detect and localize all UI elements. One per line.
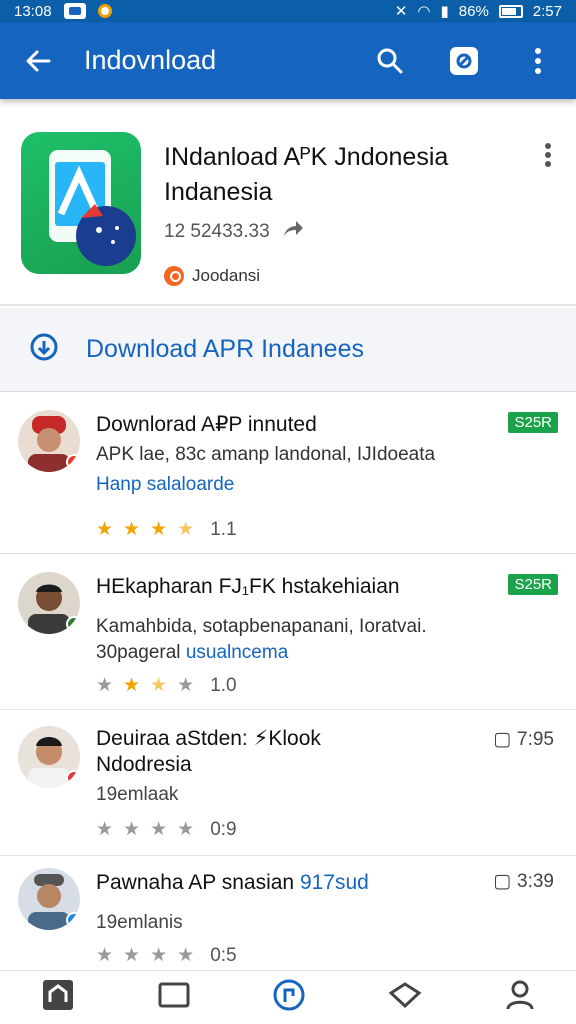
signal-icon: ▮ (440, 3, 449, 20)
star-icon: ★ (123, 819, 141, 840)
star-icon: ★ (96, 945, 114, 966)
rating-count: 1.1 (210, 518, 237, 540)
star-icon: ★ (177, 519, 195, 540)
review-time-group: ▢ 3:39 (493, 870, 554, 893)
star-icon: ★ (150, 945, 168, 966)
status-bar: 13:08 ✕ ◠ ▮ 86% 2:57 (0, 0, 576, 22)
review-link[interactable]: Hanp salaloarde (96, 472, 476, 498)
review-text-2: 30pageral (96, 642, 181, 663)
review-time: 3:39 (517, 870, 554, 892)
notification-app-icon (63, 3, 86, 19)
star-icon: ★ (150, 675, 168, 696)
star-icon: ★ (177, 945, 195, 966)
overflow-menu-icon[interactable] (520, 43, 556, 79)
star-icon: ★ (150, 519, 168, 540)
status-time: 13:08 (14, 2, 52, 20)
rating: ★ ★ ★ ★ 1.1 (96, 518, 476, 541)
developer-icon (164, 266, 184, 286)
app-logo-icon (21, 132, 141, 274)
review-title-link[interactable]: 917sud (300, 871, 369, 894)
card-more-icon[interactable] (544, 142, 552, 173)
battery-percent: 86% (458, 2, 489, 20)
share-app-icon[interactable] (446, 43, 482, 79)
status-clock: 2:57 (532, 2, 562, 20)
review-text: Kamahbida, sotapbenapanani, Ioratvai. (96, 616, 427, 637)
star-icon: ★ (123, 945, 141, 966)
battery-icon (498, 4, 523, 18)
developer-name[interactable]: Joodansi (192, 266, 260, 286)
review-item[interactable]: Pawnaha AP snasian 917sud 19emlanis ★ ★ … (0, 856, 576, 970)
apps-icon[interactable] (272, 978, 306, 1017)
review-text: 19emlaak (96, 784, 179, 805)
star-icon: ★ (177, 819, 195, 840)
home-icon[interactable] (41, 978, 75, 1017)
page-title: Indovnload (84, 45, 217, 75)
star-icon: ★ (96, 675, 114, 696)
mute-icon: ✕ (394, 3, 408, 20)
notification-dot-icon (97, 4, 112, 18)
price-tag: S25R (508, 412, 558, 433)
download-icon (28, 331, 60, 368)
search-icon[interactable] (372, 43, 408, 79)
review-link[interactable]: usualncema (186, 642, 288, 663)
rating-count: 1.0 (210, 674, 237, 696)
avatar (18, 868, 80, 930)
star-icon: ★ (96, 519, 114, 540)
avatar (18, 410, 80, 472)
rating: ★ ★ ★ ★ 0:9 (96, 818, 476, 841)
app-name: INdanload AᴾK Jndonesia (164, 143, 449, 171)
review-item[interactable]: Downlorad A₽P innuted APK lae, 83c amanp… (0, 392, 576, 554)
review-time-group: ▢ 7:95 (493, 728, 554, 751)
review-item[interactable]: Deuiraa aStden: ⚡Klook Ndodresia 19emlaa… (0, 710, 576, 856)
share-arrow-icon[interactable] (282, 220, 304, 244)
price-tag: S25R (508, 574, 558, 595)
rating-count: 0:5 (210, 944, 237, 966)
app-bar: Indovnload (0, 22, 576, 99)
avatar (18, 726, 80, 788)
star-icon: ★ (96, 819, 114, 840)
app-stats: 12 52433.33 (164, 221, 270, 242)
diamond-icon[interactable] (388, 981, 422, 1014)
download-label: Download APR Indanees (86, 335, 364, 363)
tablet-icon[interactable] (158, 981, 190, 1014)
wifi-icon: ◠ (417, 3, 431, 20)
review-title: Pawnaha AP snasian (96, 871, 295, 894)
calendar-icon: ▢ (493, 871, 512, 892)
review-title-2: Ndodresia (96, 753, 192, 776)
review-time: 7:95 (517, 728, 554, 750)
profile-icon[interactable] (505, 979, 535, 1016)
avatar (18, 572, 80, 634)
rating: ★ ★ ★ ★ 0:5 (96, 944, 476, 967)
review-text: APK lae, 83c amanp landonal, IJIdoeata (96, 444, 436, 465)
app-name-line2: Indanesia (164, 178, 273, 206)
star-icon: ★ (123, 675, 141, 696)
star-icon: ★ (123, 519, 141, 540)
download-button[interactable]: Download APR Indanees (0, 308, 576, 392)
review-title: Deuiraa aStden: ⚡Klook (96, 727, 321, 750)
review-text: 19emlanis (96, 912, 183, 933)
calendar-icon: ▢ (493, 729, 512, 750)
bottom-navigation (0, 970, 576, 1024)
star-icon: ★ (177, 675, 195, 696)
review-title: HEkapharan FJ₁FK hstakehiaian (96, 575, 400, 598)
review-item[interactable]: HEkapharan FJ₁FK hstakehiaian Kamahbida,… (0, 554, 576, 710)
app-header-card: INdanload AᴾK Jndonesia Indanesia 12 524… (0, 108, 576, 306)
review-title: Downlorad A₽P innuted (96, 413, 317, 436)
rating-count: 0:9 (210, 818, 237, 840)
back-arrow-icon[interactable] (20, 43, 56, 79)
rating: ★ ★ ★ ★ 1.0 (96, 674, 476, 697)
star-icon: ★ (150, 819, 168, 840)
